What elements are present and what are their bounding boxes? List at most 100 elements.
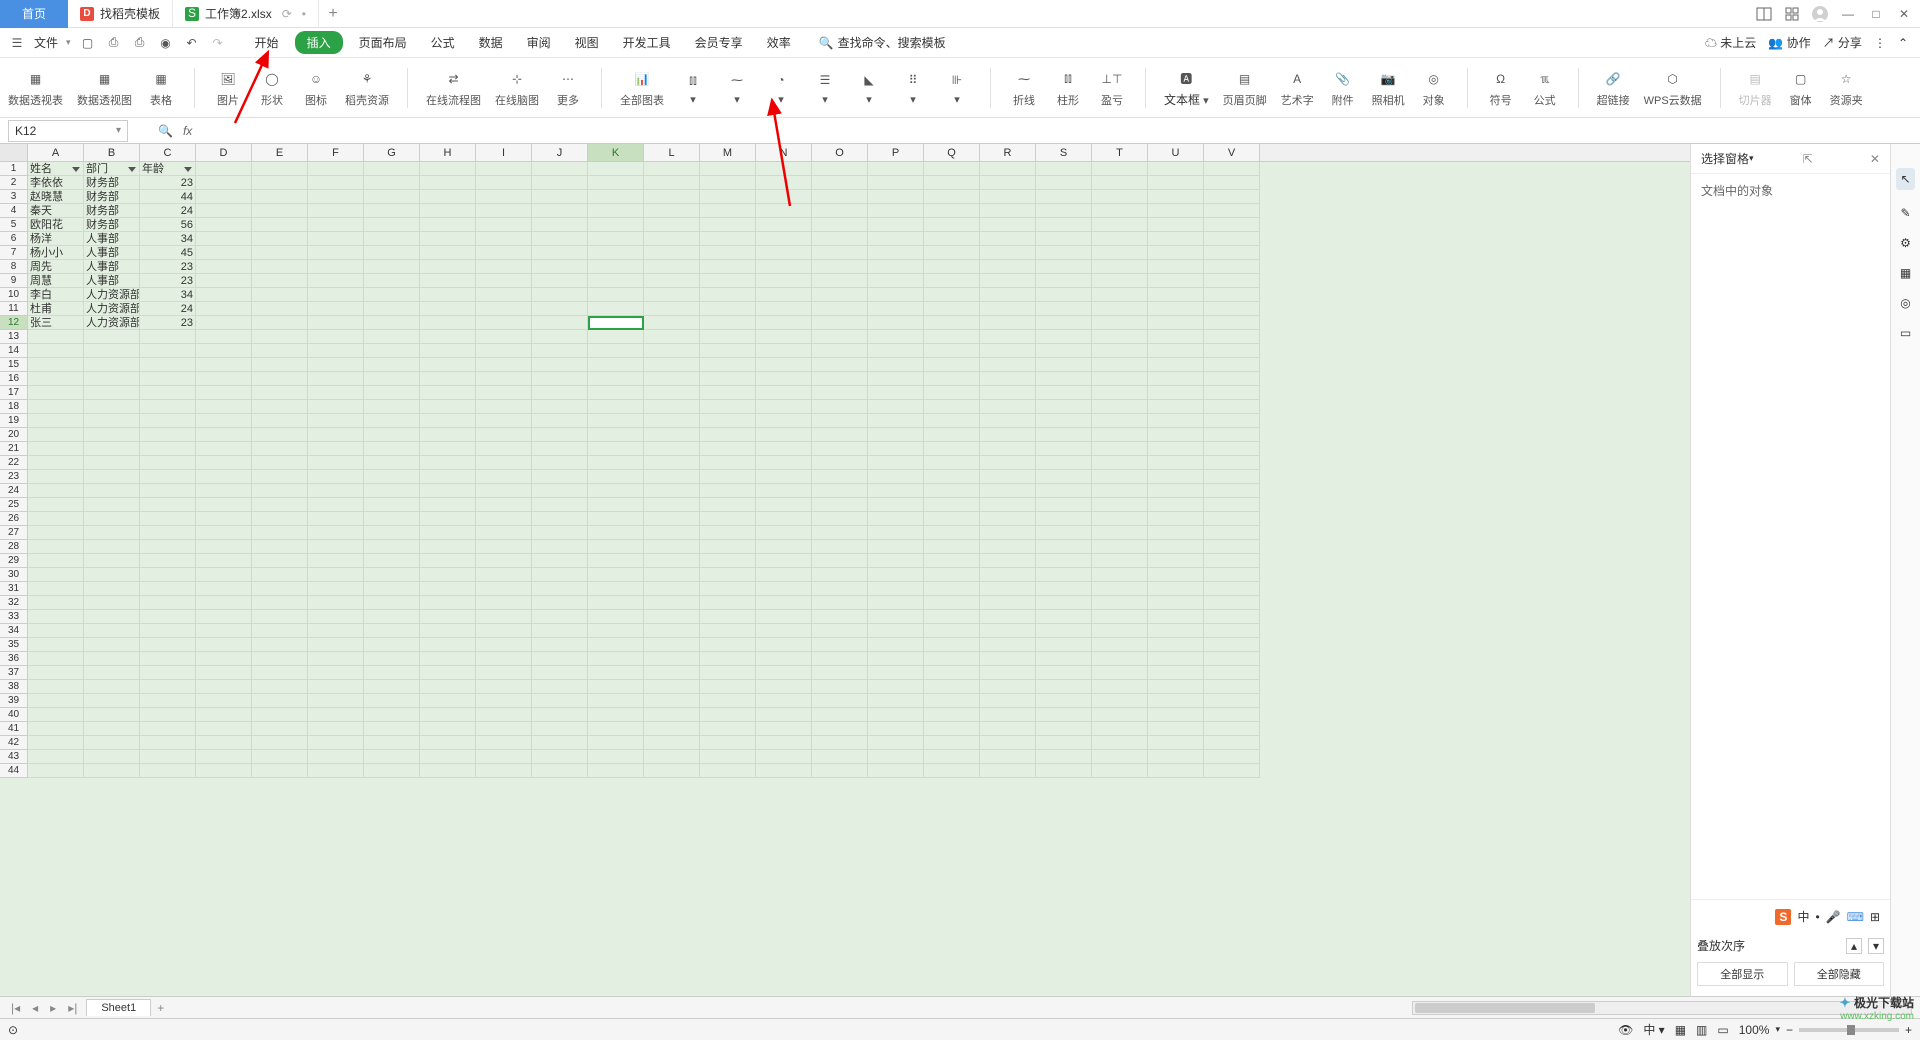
rib-camera[interactable]: 📷照相机 [1372, 68, 1405, 108]
menu-insert[interactable]: 插入 [295, 31, 343, 54]
layout-icon[interactable] [1756, 6, 1772, 22]
menu-data[interactable]: 数据 [471, 30, 511, 55]
sheet-tab-1[interactable]: Sheet1 [86, 999, 151, 1016]
rib-form[interactable]: ▢窗体 [1786, 68, 1816, 108]
rib-resource[interactable]: ☆资源夹 [1830, 68, 1863, 108]
order-up-icon[interactable]: ▴ [1846, 938, 1862, 954]
rib-symbol[interactable]: Ω符号 [1486, 68, 1516, 108]
rib-stock-chart[interactable]: ⊪▾ [942, 69, 972, 106]
menu-review[interactable]: 审阅 [519, 30, 559, 55]
preview-icon[interactable]: ◉ [157, 34, 175, 52]
rib-textbox[interactable]: 🅰文本框 ▾ [1164, 67, 1209, 108]
book-tool-icon[interactable]: ▭ [1900, 326, 1911, 340]
rib-more[interactable]: ⋯更多 [553, 68, 583, 108]
tab-template[interactable]: D 找稻壳模板 [68, 0, 173, 28]
menu-layout[interactable]: 页面布局 [351, 30, 415, 55]
close-button[interactable]: ✕ [1896, 6, 1912, 22]
name-box[interactable]: K12▾ [8, 120, 128, 142]
save-icon[interactable]: ⎙ [105, 34, 123, 52]
redo-icon[interactable]: ↷ [209, 34, 227, 52]
rib-icon[interactable]: ☺图标 [301, 68, 331, 108]
menu-view[interactable]: 视图 [567, 30, 607, 55]
rib-pie-chart[interactable]: ◔▾ [766, 69, 796, 106]
settings-tool-icon[interactable]: ⚙ [1900, 236, 1911, 250]
rib-area-chart[interactable]: ◣▾ [854, 69, 884, 106]
zoom-slider[interactable] [1799, 1028, 1899, 1032]
hamburger-icon[interactable]: ☰ [8, 34, 26, 52]
rib-attach[interactable]: 📎附件 [1328, 68, 1358, 108]
view-page-icon[interactable]: ▥ [1696, 1023, 1707, 1037]
menu-formula[interactable]: 公式 [423, 30, 463, 55]
pane-pin-icon[interactable]: ⇱ [1803, 152, 1813, 166]
sheet-nav-next[interactable]: ▸ [47, 1001, 59, 1015]
rib-line-chart[interactable]: ⁓▾ [722, 69, 752, 106]
zoom-control[interactable]: 100%▾ − + [1739, 1023, 1912, 1037]
share-button[interactable]: ↗ 分享 [1823, 34, 1862, 51]
rib-pivot-chart[interactable]: ▦数据透视图 [77, 68, 132, 108]
tab-workbook[interactable]: S 工作簿2.xlsx ⟳ • [173, 0, 319, 28]
print-icon[interactable]: ⎙ [131, 34, 149, 52]
show-all-button[interactable]: 全部显示 [1697, 962, 1788, 986]
zoom-out-icon[interactable]: − [1786, 1023, 1793, 1037]
rib-online-mind[interactable]: ⊹在线脑图 [495, 68, 539, 108]
rib-object[interactable]: ◎对象 [1419, 68, 1449, 108]
rib-hyperlink[interactable]: 🔗超链接 [1597, 68, 1630, 108]
rib-pivot-table[interactable]: ▦数据透视表 [8, 68, 63, 108]
avatar-icon[interactable] [1812, 6, 1828, 22]
new-tab-button[interactable]: + [319, 5, 347, 23]
rib-all-charts[interactable]: 📊全部图表 [620, 68, 664, 108]
sheet-nav-last[interactable]: ▸| [65, 1001, 80, 1015]
rib-sparkline-bar[interactable]: ⫾⫾柱形 [1053, 68, 1083, 108]
spreadsheet-grid[interactable]: ABCDEFGHIJKLMNOPQRSTUV1姓名部门年龄2李依依财务部233赵… [0, 144, 1690, 996]
style-tool-icon[interactable]: ✎ [1900, 206, 1910, 220]
rib-table[interactable]: ▦表格 [146, 68, 176, 108]
menu-dev[interactable]: 开发工具 [615, 30, 679, 55]
add-sheet-button[interactable]: + [157, 1001, 164, 1015]
undo-icon[interactable]: ↶ [183, 34, 201, 52]
file-menu[interactable]: 文件 [34, 34, 58, 51]
rib-cloud-data[interactable]: ⬡WPS云数据 [1644, 68, 1702, 108]
minimize-button[interactable]: — [1840, 6, 1856, 22]
grid-icon[interactable] [1784, 6, 1800, 22]
rib-equation[interactable]: ℼ公式 [1530, 68, 1560, 108]
rib-bar-chart[interactable]: ⫾⫾▾ [678, 69, 708, 106]
hide-all-button[interactable]: 全部隐藏 [1794, 962, 1885, 986]
view-zhong-icon[interactable]: 中 ▾ [1643, 1021, 1664, 1038]
rib-sparkline-updown[interactable]: ⊥⊤盈亏 [1097, 68, 1127, 108]
menu-start[interactable]: 开始 [247, 30, 287, 55]
maximize-button[interactable]: □ [1868, 6, 1884, 22]
ime-indicator[interactable]: S中•🎤⌨⊞ [1697, 906, 1884, 927]
sheet-nav-prev[interactable]: ◂ [29, 1001, 41, 1015]
view-normal-icon[interactable]: ▦ [1675, 1023, 1686, 1037]
order-down-icon[interactable]: ▾ [1868, 938, 1884, 954]
rib-header-footer[interactable]: ▤页眉页脚 [1223, 68, 1267, 108]
rib-hbar-chart[interactable]: ☰▾ [810, 69, 840, 106]
rib-scatter-chart[interactable]: ⠿▾ [898, 69, 928, 106]
rib-shape[interactable]: ◯形状 [257, 68, 287, 108]
rib-online-flow[interactable]: ⇄在线流程图 [426, 68, 481, 108]
rib-picture[interactable]: 🖼图片 [213, 68, 243, 108]
menu-vip[interactable]: 会员专享 [687, 30, 751, 55]
collapse-ribbon[interactable]: ⌃ [1898, 36, 1908, 50]
zoom-in-icon[interactable]: + [1905, 1023, 1912, 1037]
menu-efficiency[interactable]: 效率 [759, 30, 799, 55]
more-menu[interactable]: ⋮ [1874, 36, 1886, 50]
open-icon[interactable]: ▢ [79, 34, 97, 52]
rib-docer[interactable]: ⚘稻壳资源 [345, 68, 389, 108]
sheet-nav-first[interactable]: |◂ [8, 1001, 23, 1015]
record-macro-icon[interactable]: ⊙ [8, 1023, 18, 1037]
tab-home[interactable]: 首页 [0, 0, 68, 28]
horizontal-scrollbar[interactable] [1412, 1001, 1912, 1015]
collab-button[interactable]: 👥 协作 [1768, 34, 1810, 51]
view-eye-icon[interactable]: 👁 [1618, 1023, 1633, 1037]
view-break-icon[interactable]: ▭ [1717, 1023, 1728, 1037]
grid-tool-icon[interactable]: ▦ [1900, 266, 1911, 280]
pane-close-icon[interactable]: ✕ [1870, 152, 1880, 166]
select-tool-icon[interactable]: ↖ [1896, 168, 1914, 190]
command-search[interactable]: 🔍查找命令、搜索模板 [819, 34, 946, 51]
rib-wordart[interactable]: A艺术字 [1281, 68, 1314, 108]
fx-icon[interactable]: fx [183, 124, 192, 138]
cloud-sync[interactable]: ☁ 未上云 [1705, 34, 1756, 51]
location-tool-icon[interactable]: ◎ [1900, 296, 1910, 310]
rib-sparkline-line[interactable]: ⁓折线 [1009, 68, 1039, 108]
